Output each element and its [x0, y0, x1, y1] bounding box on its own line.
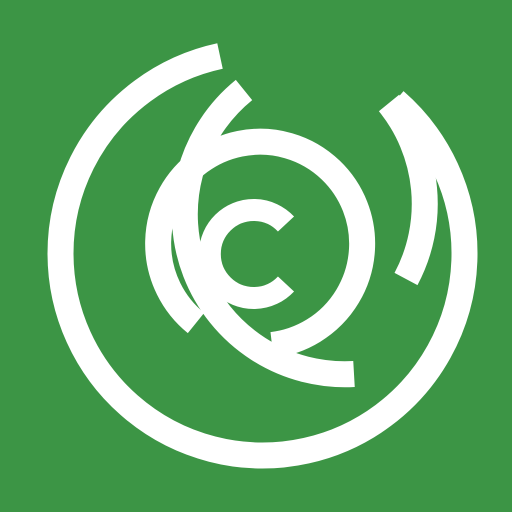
spiral-logo-icon [0, 0, 512, 512]
app-icon [0, 0, 512, 512]
icon-background [0, 0, 512, 512]
